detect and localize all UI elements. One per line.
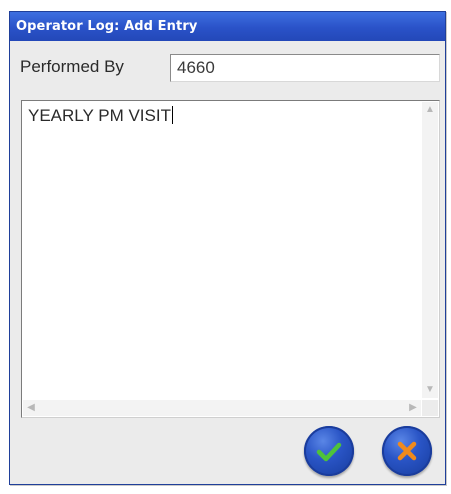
text-caret (171, 106, 173, 124)
notes-textarea[interactable]: YEARLY PM VISIT ▲ ▼ ◀ ▶ (21, 100, 440, 418)
notes-text: YEARLY PM VISIT (28, 106, 173, 126)
horizontal-scrollbar[interactable]: ◀ ▶ (23, 400, 421, 416)
dialog-title: Operator Log: Add Entry (10, 12, 445, 41)
checkmark-icon (316, 442, 342, 462)
add-entry-dialog: Operator Log: Add Entry Performed By 466… (9, 11, 446, 485)
performed-by-field[interactable]: 4660 (170, 54, 440, 82)
vertical-scrollbar[interactable]: ▲ ▼ (422, 102, 438, 398)
scroll-up-icon[interactable]: ▲ (422, 105, 438, 115)
ok-button[interactable] (304, 426, 354, 476)
scrollbar-corner (422, 400, 438, 416)
performed-by-label: Performed By (20, 57, 124, 76)
cancel-button[interactable] (382, 426, 432, 476)
scroll-right-icon[interactable]: ▶ (405, 403, 421, 413)
notes-value: YEARLY PM VISIT (28, 106, 171, 125)
scroll-down-icon[interactable]: ▼ (422, 385, 438, 395)
x-icon (397, 441, 417, 461)
scroll-left-icon[interactable]: ◀ (23, 403, 39, 413)
